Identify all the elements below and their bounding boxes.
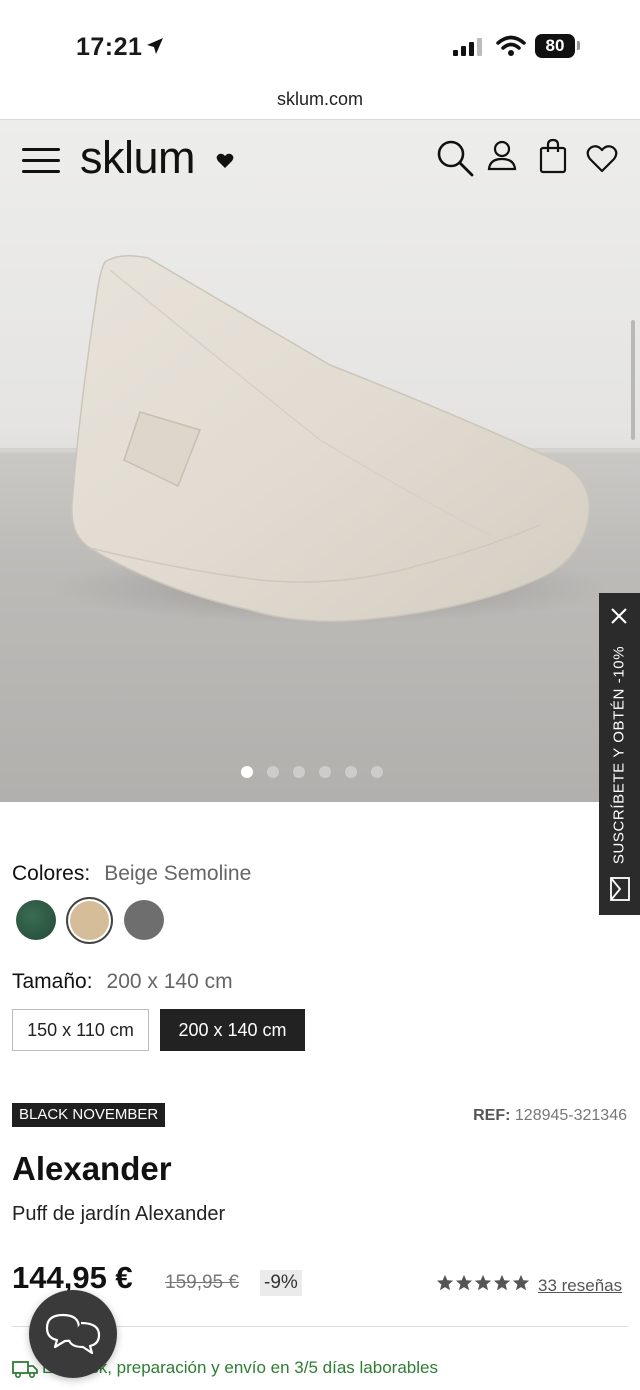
old-price: 159,95 € [165, 1272, 239, 1293]
wishlist-heart-icon[interactable] [586, 144, 618, 174]
ref-label: REF: [473, 1107, 511, 1124]
promo-badge: BLACK NOVEMBER [12, 1103, 166, 1127]
discount-badge: -9% [260, 1270, 302, 1296]
subscribe-side-tab[interactable]: SUSCRÍBETE Y OBTÉN -10% [599, 593, 640, 915]
carousel-dot-1[interactable] [241, 766, 253, 778]
product-reference: REF: 128945-321346 [473, 1107, 627, 1125]
location-arrow-icon [147, 38, 163, 54]
carousel-dot-5[interactable] [345, 766, 357, 778]
site-header: sklum [0, 120, 640, 200]
page-scrollbar[interactable] [631, 320, 635, 440]
battery-indicator: 80 [535, 34, 575, 58]
close-icon[interactable] [610, 607, 628, 625]
size-label: Tamaño: [12, 970, 93, 993]
carousel-dot-4[interactable] [319, 766, 331, 778]
rating-stars[interactable] [436, 1274, 530, 1292]
chat-bubbles-icon [45, 1313, 101, 1355]
shopping-bag-icon[interactable] [538, 138, 568, 174]
star-icon [455, 1274, 473, 1291]
star-icon [493, 1274, 511, 1291]
bean-bag-image [50, 255, 610, 624]
status-bar: 17:21 80 [0, 0, 640, 90]
hamburger-menu-icon[interactable] [22, 146, 60, 174]
size-option-200x140[interactable]: 200 x 140 cm [160, 1009, 305, 1051]
chat-button[interactable] [29, 1290, 117, 1378]
delivery-truck-icon [12, 1361, 38, 1378]
color-swatch-green[interactable] [16, 900, 56, 940]
carousel-dots [241, 766, 383, 778]
carousel-dot-2[interactable] [267, 766, 279, 778]
product-title: Alexander [12, 1150, 172, 1187]
envelope-icon [610, 877, 630, 901]
ref-value: 128945-321346 [514, 1107, 627, 1124]
battery-cap [577, 41, 580, 50]
product-image-carousel[interactable] [0, 120, 640, 802]
cellular-signal-icon [453, 38, 482, 56]
selected-size: 200 x 140 cm [106, 970, 233, 993]
star-icon [512, 1274, 530, 1291]
sklum-logo[interactable]: sklum [80, 132, 196, 184]
status-time: 17:21 [76, 33, 143, 61]
product-subtitle: Puff de jardín Alexander [12, 1203, 226, 1225]
size-row: Tamaño: 200 x 140 cm [12, 970, 233, 994]
carousel-dot-3[interactable] [293, 766, 305, 778]
color-swatch-beige[interactable] [70, 901, 109, 940]
reviews-link[interactable]: 33 reseñas [538, 1276, 622, 1296]
user-account-icon[interactable] [486, 138, 518, 172]
star-icon [436, 1274, 454, 1291]
carousel-dot-6[interactable] [371, 766, 383, 778]
color-swatch-grey[interactable] [124, 900, 164, 940]
search-icon[interactable] [435, 138, 475, 178]
selected-color: Beige Semoline [104, 862, 252, 885]
logo-heart-icon [216, 153, 234, 168]
url-bar[interactable]: sklum.com [0, 86, 640, 120]
star-icon [474, 1274, 492, 1291]
subscribe-label: SUSCRÍBETE Y OBTÉN -10% [610, 645, 628, 865]
size-option-150x110[interactable]: 150 x 110 cm [12, 1009, 149, 1051]
colors-label: Colores: [12, 862, 91, 885]
colors-row: Colores: Beige Semoline [12, 862, 251, 886]
wifi-icon [496, 35, 526, 56]
